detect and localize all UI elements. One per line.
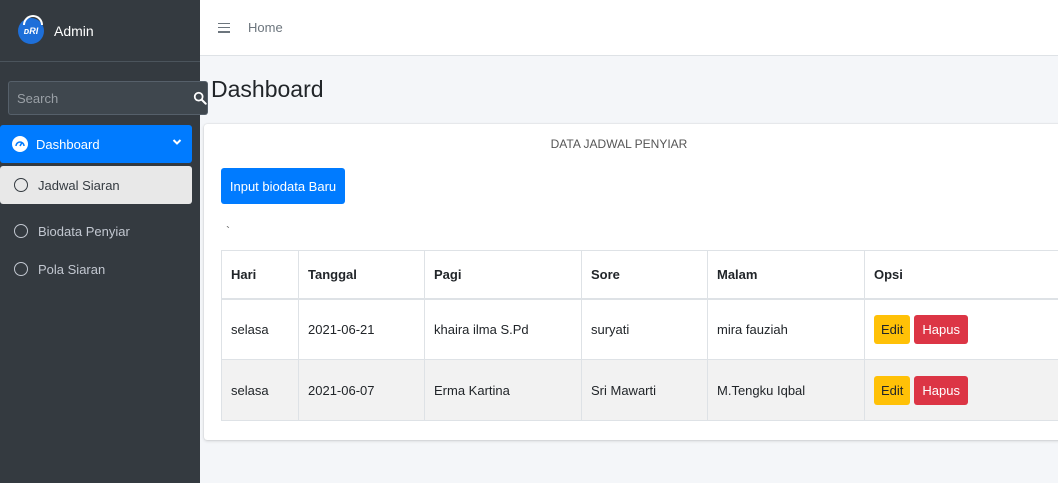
cell-sore: suryati xyxy=(581,298,708,360)
cell-tanggal: 2021-06-07 xyxy=(298,359,425,421)
brand-logo-text: ᴅRI xyxy=(23,25,39,36)
search-icon xyxy=(193,91,207,105)
brand-name: Admin xyxy=(54,22,94,39)
cell-hari: selasa xyxy=(221,298,299,360)
input-biodata-button[interactable]: Input biodata Baru xyxy=(221,168,345,204)
hamburger-menu-icon[interactable] xyxy=(218,22,230,33)
schedule-card: DATA JADWAL PENYIAR Input biodata Baru `… xyxy=(204,124,1058,440)
brand[interactable]: ᴅRI Admin xyxy=(0,0,200,62)
column-header-tanggal: Tanggal xyxy=(298,250,425,300)
table-row: selasa 2021-06-21 khaira ilma S.Pd surya… xyxy=(221,298,1058,360)
card-heading: DATA JADWAL PENYIAR xyxy=(550,137,688,151)
cell-opsi: Edit Hapus xyxy=(864,359,1058,421)
home-link[interactable]: Home xyxy=(248,20,283,35)
brand-logo: ᴅRI xyxy=(18,14,44,44)
sidebar-item-label: Biodata Penyiar xyxy=(38,223,130,239)
page-title: Dashboard xyxy=(211,76,324,102)
sidebar-item-jadwal-siaran[interactable]: Jadwal Siaran xyxy=(0,166,192,204)
column-header-sore: Sore xyxy=(581,250,708,300)
cell-pagi: Erma Kartina xyxy=(424,359,582,421)
sidebar: ᴅRI Admin Dashboard Jadwal Siaran Biodat… xyxy=(0,0,208,483)
circle-icon xyxy=(14,178,28,192)
cell-pagi: khaira ilma S.Pd xyxy=(424,298,582,360)
sidebar-item-label: Dashboard xyxy=(36,136,100,152)
cell-malam: mira fauziah xyxy=(707,298,865,360)
sidebar-item-label: Pola Siaran xyxy=(38,261,106,277)
chevron-down-icon xyxy=(172,139,182,145)
cell-tanggal: 2021-06-21 xyxy=(298,298,425,360)
top-navbar: Home xyxy=(200,0,1058,56)
sidebar-item-pola-siaran[interactable]: Pola Siaran xyxy=(0,250,192,288)
cell-sore: Sri Mawarti xyxy=(581,359,708,421)
column-header-hari: Hari xyxy=(221,250,299,300)
sidebar-item-dashboard[interactable]: Dashboard xyxy=(0,125,192,163)
table-header-row: Hari Tanggal Pagi Sore Malam Opsi xyxy=(221,250,1058,300)
schedule-table: Hari Tanggal Pagi Sore Malam Opsi selasa… xyxy=(221,250,1058,421)
cell-hari: selasa xyxy=(221,359,299,421)
edit-button[interactable]: Edit xyxy=(874,314,911,344)
delete-button[interactable]: Hapus xyxy=(914,375,968,405)
sidebar-item-label: Jadwal Siaran xyxy=(38,177,120,193)
search-button[interactable] xyxy=(193,81,208,115)
column-header-opsi: Opsi xyxy=(864,250,1058,300)
circle-icon xyxy=(14,262,28,276)
stray-mark: ` xyxy=(226,224,230,238)
column-header-pagi: Pagi xyxy=(424,250,582,300)
cell-opsi: Edit Hapus xyxy=(864,298,1058,360)
cell-malam: M.Tengku Iqbal xyxy=(707,359,865,421)
column-header-malam: Malam xyxy=(707,250,865,300)
table-row: selasa 2021-06-07 Erma Kartina Sri Mawar… xyxy=(221,359,1058,421)
search-input[interactable] xyxy=(8,81,193,115)
sidebar-search xyxy=(8,81,208,115)
delete-button[interactable]: Hapus xyxy=(914,314,968,344)
edit-button[interactable]: Edit xyxy=(874,375,911,405)
sidebar-item-biodata-penyiar[interactable]: Biodata Penyiar xyxy=(0,212,192,250)
circle-icon xyxy=(14,224,28,238)
tachometer-icon xyxy=(12,136,28,152)
